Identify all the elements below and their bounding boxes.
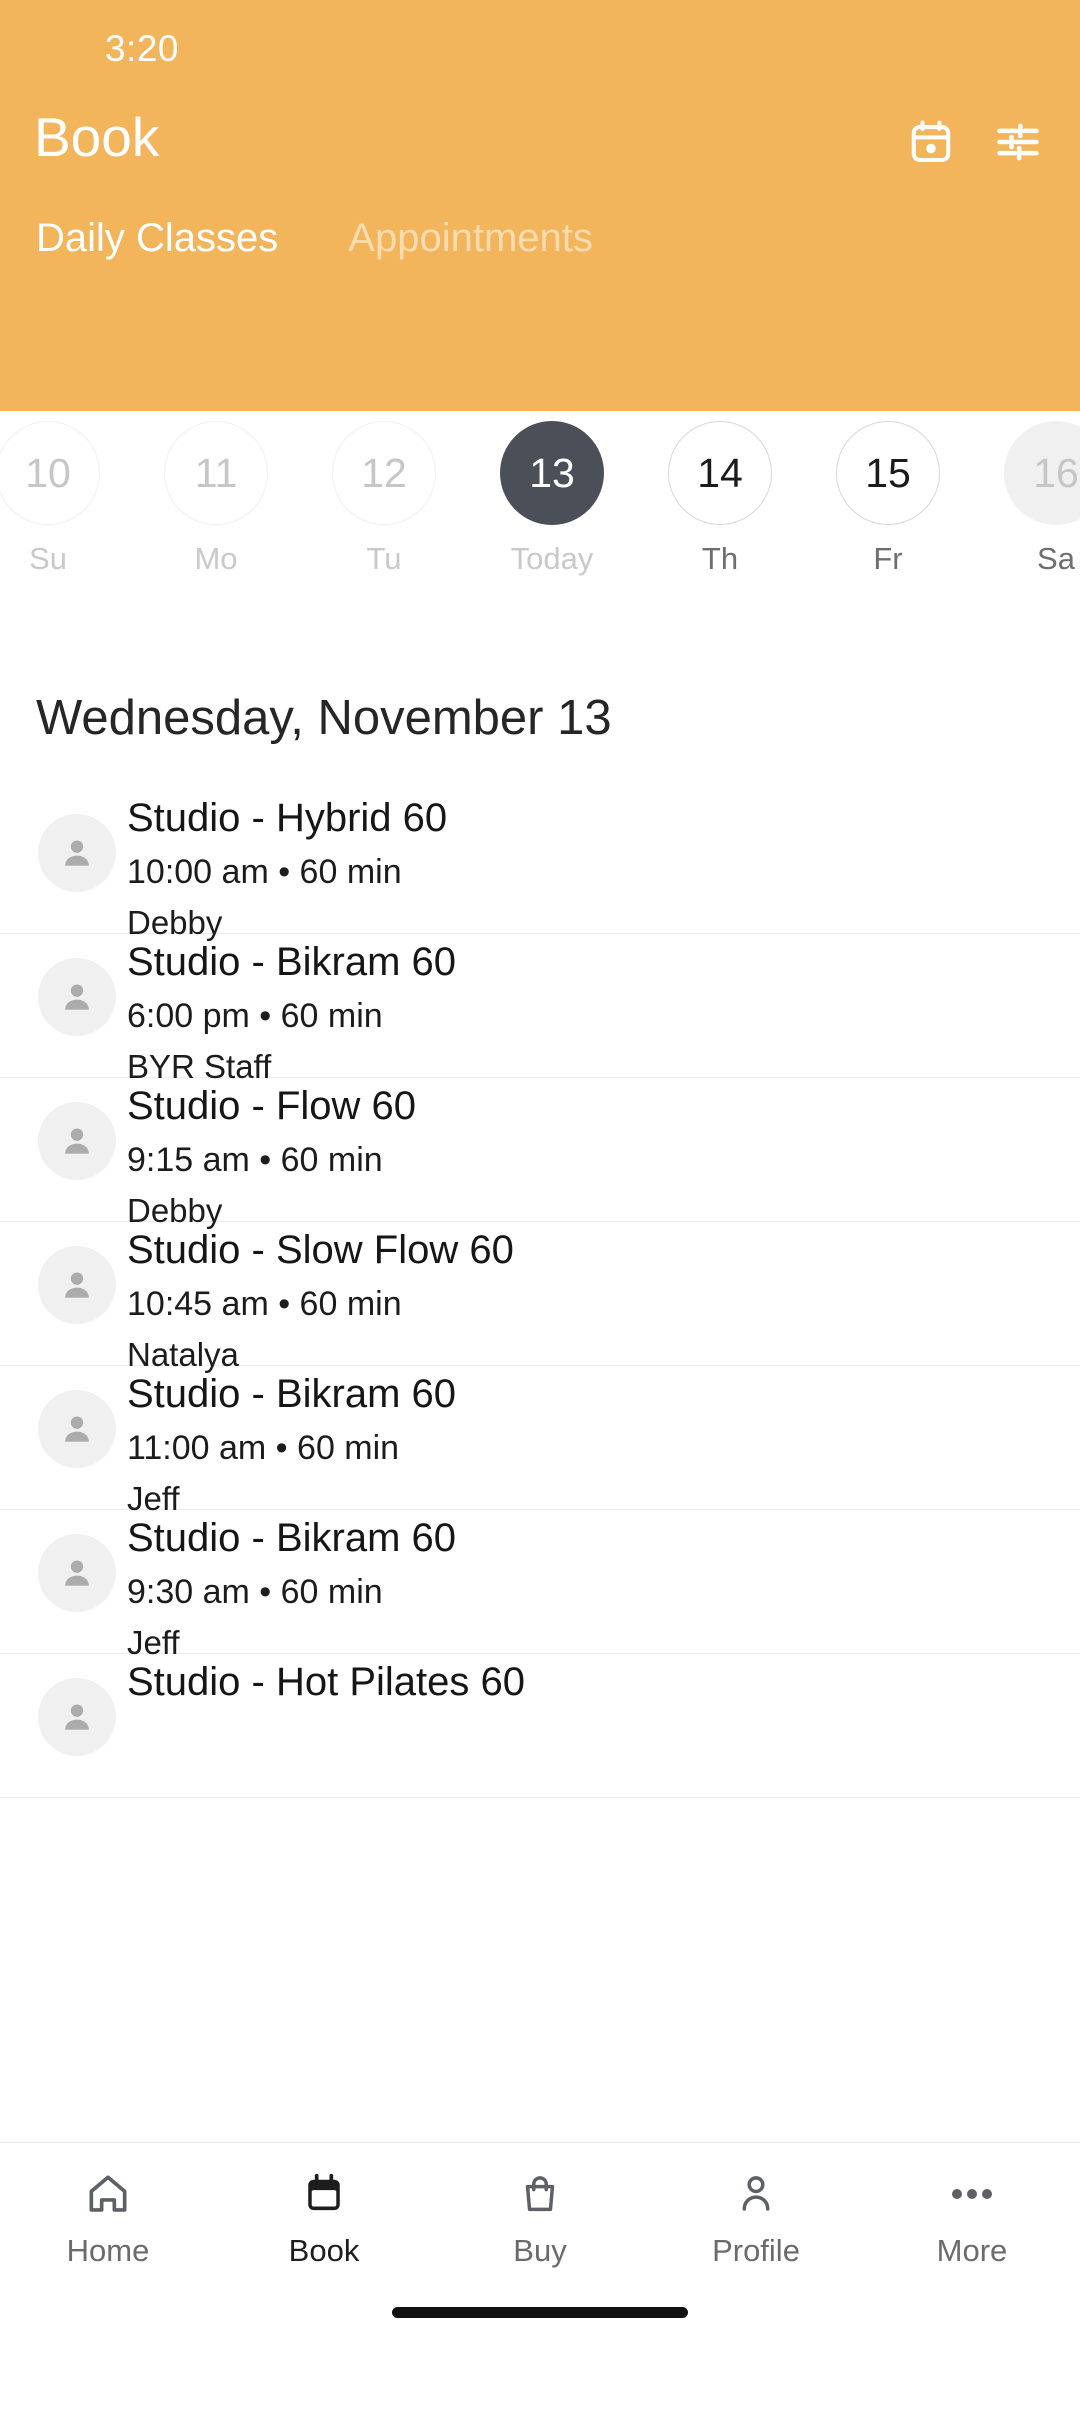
date-cell-10[interactable]: 10 Su <box>0 421 100 577</box>
class-details: Studio - Bikram 60 6:00 pm • 60 min BYR St… <box>127 940 456 1086</box>
date-cell-14[interactable]: 14 Th <box>668 421 772 577</box>
class-time-duration: 6:00 pm • 60 min <box>127 996 383 1035</box>
class-row[interactable]: Studio - Bikram 60 9:30 am • 60 min Jeff <box>0 1510 1080 1661</box>
tab-bar: Daily Classes Appointments <box>0 206 1080 316</box>
class-details: Studio - Bikram 60 11:00 am • 60 min Jeff <box>127 1372 456 1518</box>
calendar-icon[interactable] <box>908 118 954 166</box>
class-title: Studio - Bikram 60 <box>127 940 457 984</box>
class-row[interactable]: Studio - Bikram 60 6:00 pm • 60 min BYR St… <box>0 934 1080 1085</box>
date-weekday-11: Mo <box>194 541 238 576</box>
class-row[interactable]: Studio - Hot Pilates 60 <box>0 1654 1080 1798</box>
class-details: Studio - Slow Flow 60 10:45 am • 60 min Na… <box>127 1228 514 1374</box>
date-circle-16: 16 <box>1004 421 1080 525</box>
nav-item-home[interactable]: Home <box>0 2165 216 2269</box>
tune-icon[interactable] <box>994 119 1042 165</box>
class-time-duration: 11:00 am • 60 min <box>127 1428 400 1467</box>
date-cell-12[interactable]: 12 Tu <box>332 421 436 577</box>
bag-icon <box>518 2165 562 2223</box>
date-cell-11[interactable]: 11 Mo <box>164 421 268 577</box>
nav-item-buy[interactable]: Buy <box>432 2165 648 2269</box>
class-time-duration: 10:45 am • 60 min <box>127 1284 402 1323</box>
date-weekday-12: Tu <box>366 541 402 576</box>
class-title: Studio - Slow Flow 60 <box>127 1228 514 1272</box>
date-weekday-10: Su <box>29 541 67 576</box>
date-weekday-13: Today <box>510 541 594 576</box>
avatar <box>38 1390 116 1468</box>
avatar <box>38 958 116 1036</box>
avatar <box>38 1678 116 1756</box>
app-bar: Book <box>0 96 1080 206</box>
class-details: Studio - Flow 60 9:15 am • 60 min Debby <box>127 1084 416 1230</box>
class-details: Studio - Hot Pilates 60 <box>127 1660 525 1705</box>
tab-appointments-label: Appointments <box>348 216 593 260</box>
class-row[interactable]: Studio - Slow Flow 60 10:45 am • 60 min Na… <box>0 1222 1080 1373</box>
avatar <box>38 1246 116 1324</box>
tab-appointments[interactable]: Appointments <box>336 206 605 270</box>
nav-label-home: Home <box>66 2233 150 2268</box>
class-title: Studio - Flow 60 <box>127 1084 417 1128</box>
avatar <box>38 1534 116 1612</box>
class-details: Studio - Hybrid 60 10:00 am • 60 min Debby <box>127 796 447 942</box>
tab-daily-classes[interactable]: Daily Classes <box>24 206 290 270</box>
class-row[interactable]: Studio - Hybrid 60 10:00 am • 60 min Debby <box>0 790 1080 941</box>
class-row[interactable]: Studio - Bikram 60 11:00 am • 60 min Jeff <box>0 1366 1080 1517</box>
status-bar-clock: 3:20 <box>105 28 180 69</box>
date-cell-15[interactable]: 15 Fr <box>836 421 940 577</box>
app-header: 3:20 Book Daily Classes Appointments <box>0 0 1080 411</box>
date-weekday-15: Fr <box>873 541 903 576</box>
day-heading: Wednesday, November 13 <box>36 691 612 745</box>
gesture-bar <box>392 2307 688 2318</box>
date-circle-10: 10 <box>0 421 100 525</box>
date-circle-15: 15 <box>836 421 940 525</box>
class-title: Studio - Bikram 60 <box>127 1516 457 1560</box>
date-circle-13: 13 <box>500 421 604 525</box>
tab-daily-classes-label: Daily Classes <box>36 216 279 260</box>
date-strip: 10 Su 11 Mo 12 Tu 13 Today 14 Th 15 Fr 16 Sa <box>0 411 1080 651</box>
class-title: Studio - Hybrid 60 <box>127 796 448 840</box>
date-weekday-14: Th <box>701 541 739 576</box>
class-time-duration: 9:15 am • 60 min <box>127 1140 383 1179</box>
date-circle-14: 14 <box>668 421 772 525</box>
nav-label-buy: Buy <box>513 2233 567 2268</box>
class-time-duration: 9:30 am • 60 min <box>127 1572 383 1611</box>
nav-label-book: Book <box>288 2233 360 2268</box>
date-cell-16[interactable]: 16 Sa <box>1004 421 1080 577</box>
home-icon <box>85 2165 131 2223</box>
avatar <box>38 814 116 892</box>
page-title: Book <box>34 106 160 168</box>
class-row[interactable]: Studio - Flow 60 9:15 am • 60 min Debby <box>0 1078 1080 1229</box>
date-circle-11: 11 <box>164 421 268 525</box>
status-bar: 3:20 <box>0 0 1080 96</box>
class-title: Studio - Bikram 60 <box>127 1372 457 1416</box>
nav-label-more: More <box>936 2233 1008 2268</box>
date-cells: 10 Su 11 Mo 12 Tu 13 Today 14 Th 15 Fr 16 Sa <box>0 421 1080 577</box>
nav-item-profile[interactable]: Profile <box>648 2165 864 2269</box>
app-bar-actions <box>908 118 1042 166</box>
calendar-icon <box>302 2165 346 2223</box>
nav-label-profile: Profile <box>712 2233 800 2268</box>
date-cell-13[interactable]: 13 Today <box>500 421 604 577</box>
class-details: Studio - Bikram 60 9:30 am • 60 min Jeff <box>127 1516 456 1662</box>
nav-item-book[interactable]: Book <box>216 2165 432 2269</box>
date-circle-12: 12 <box>332 421 436 525</box>
date-weekday-16: Sa <box>1037 541 1075 576</box>
more-icon <box>949 2165 995 2223</box>
nav-item-more[interactable]: More <box>864 2165 1080 2269</box>
person-icon <box>734 2165 778 2223</box>
class-time-duration: 10:00 am • 60 min <box>127 852 402 891</box>
class-title: Studio - Hot Pilates 60 <box>127 1660 525 1704</box>
avatar <box>38 1102 116 1180</box>
